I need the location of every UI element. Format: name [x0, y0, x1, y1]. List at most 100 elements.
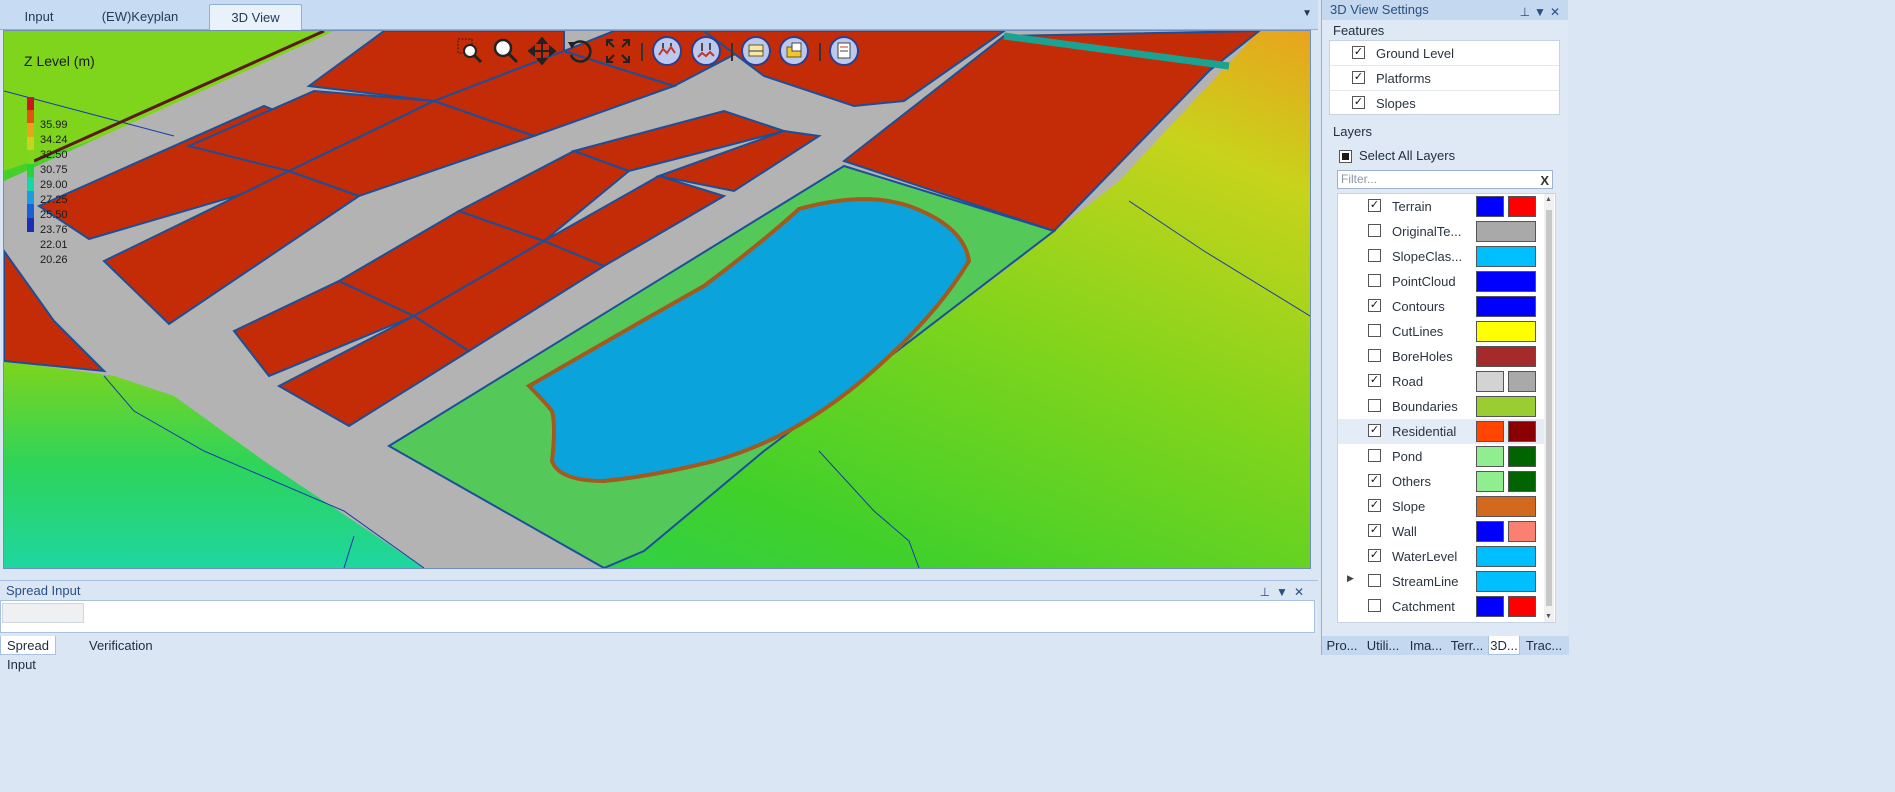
checkbox-checked[interactable]: ✓: [1368, 424, 1381, 437]
layer-row-terrain[interactable]: ✓ Terrain: [1338, 194, 1546, 219]
checkbox-indeterminate[interactable]: [1339, 150, 1352, 163]
edge-color-swatch[interactable]: [1508, 421, 1536, 442]
fill-color-swatch[interactable]: [1476, 196, 1504, 217]
checkbox-checked[interactable]: ✓: [1368, 199, 1381, 212]
checkbox-checked[interactable]: ✓: [1368, 499, 1381, 512]
checkbox-checked[interactable]: ✓: [1368, 524, 1381, 537]
fill-color-swatch[interactable]: [1476, 446, 1504, 467]
profile-icon[interactable]: [778, 35, 810, 67]
layer-row-originalterrain[interactable]: OriginalTe...: [1338, 219, 1546, 244]
tab-3d-settings[interactable]: 3D...: [1488, 636, 1520, 655]
tab-verification[interactable]: Verification: [83, 636, 159, 655]
zoom-icon[interactable]: [490, 35, 522, 67]
rotate-icon[interactable]: [564, 35, 596, 67]
layer-list-scrollbar[interactable]: ▲ ▼: [1544, 194, 1554, 622]
tab-list-dropdown-icon[interactable]: ▼: [1302, 8, 1312, 19]
fill-color-swatch[interactable]: [1476, 421, 1504, 442]
feature-row-ground-level[interactable]: ✓ Ground Level: [1330, 41, 1559, 66]
tab-properties[interactable]: Pro...: [1324, 636, 1360, 655]
checkbox-unchecked[interactable]: [1368, 249, 1381, 262]
fill-color-swatch[interactable]: [1476, 371, 1504, 392]
layer-row-cutlines[interactable]: CutLines: [1338, 319, 1546, 344]
layer-row-pond[interactable]: Pond: [1338, 444, 1546, 469]
fill-color-swatch[interactable]: [1476, 221, 1536, 242]
checkbox-unchecked[interactable]: [1368, 224, 1381, 237]
checkbox-unchecked[interactable]: [1368, 449, 1381, 462]
tab-3d-view[interactable]: 3D View: [209, 4, 302, 30]
tab-keyplan[interactable]: (EW)Keyplan: [92, 4, 188, 30]
tab-spread-input[interactable]: Spread Input: [0, 636, 56, 672]
fill-color-swatch[interactable]: [1476, 346, 1536, 367]
fill-color-swatch[interactable]: [1476, 321, 1536, 342]
edge-color-swatch[interactable]: [1508, 196, 1536, 217]
checkbox-unchecked[interactable]: [1368, 324, 1381, 337]
tab-tracking[interactable]: Trac...: [1522, 636, 1566, 655]
edge-color-swatch[interactable]: [1508, 446, 1536, 467]
fill-color-swatch[interactable]: [1476, 596, 1504, 617]
layer-row-boundaries[interactable]: Boundaries: [1338, 394, 1546, 419]
chevron-down-icon[interactable]: ▼: [1276, 585, 1294, 599]
layer-row-streamline[interactable]: ▶ StreamLine: [1338, 569, 1546, 594]
layer-row-boreholes[interactable]: BoreHoles: [1338, 344, 1546, 369]
layer-row-road[interactable]: ✓ Road: [1338, 369, 1546, 394]
fill-color-swatch[interactable]: [1476, 396, 1536, 417]
close-icon[interactable]: ✕: [1294, 585, 1310, 599]
layer-row-slope[interactable]: ✓ Slope: [1338, 494, 1546, 519]
chevron-down-icon[interactable]: ▼: [1534, 5, 1550, 19]
tab-input[interactable]: Input: [14, 4, 64, 30]
scroll-down-icon[interactable]: ▼: [1545, 613, 1552, 620]
scrollbar-thumb[interactable]: [1546, 210, 1552, 606]
layer-row-wall[interactable]: ✓ Wall: [1338, 519, 1546, 544]
feature-row-slopes[interactable]: ✓ Slopes: [1330, 91, 1559, 116]
edge-color-swatch[interactable]: [1508, 471, 1536, 492]
checkbox-unchecked[interactable]: [1368, 274, 1381, 287]
checkbox-unchecked[interactable]: [1368, 349, 1381, 362]
3d-scene[interactable]: [4, 31, 1310, 568]
fill-color-swatch[interactable]: [1476, 496, 1536, 517]
checkbox-unchecked[interactable]: [1368, 574, 1381, 587]
expand-arrow-icon[interactable]: ▶: [1347, 573, 1354, 584]
layer-row-catchment[interactable]: Catchment: [1338, 594, 1546, 619]
fill-color-swatch[interactable]: [1476, 546, 1536, 567]
checkbox-checked[interactable]: ✓: [1368, 549, 1381, 562]
checkbox-unchecked[interactable]: [1368, 399, 1381, 412]
feature-row-platforms[interactable]: ✓ Platforms: [1330, 66, 1559, 91]
layer-row-others[interactable]: ✓ Others: [1338, 469, 1546, 494]
exaggerate-down-icon[interactable]: [690, 35, 722, 67]
checkbox-checked[interactable]: ✓: [1352, 46, 1365, 59]
fill-color-swatch[interactable]: [1476, 471, 1504, 492]
grid-cell[interactable]: [2, 603, 84, 623]
spread-grid[interactable]: [0, 600, 1315, 633]
fill-color-swatch[interactable]: [1476, 571, 1536, 592]
fill-color-swatch[interactable]: [1476, 271, 1536, 292]
pin-icon[interactable]: ⊥: [1260, 585, 1276, 599]
zoom-extents-icon[interactable]: [602, 35, 634, 67]
layer-filter-input[interactable]: Filter... X: [1337, 170, 1553, 189]
layer-row-waterlevel[interactable]: ✓ WaterLevel: [1338, 544, 1546, 569]
checkbox-checked[interactable]: ✓: [1352, 71, 1365, 84]
checkbox-unchecked[interactable]: [1368, 599, 1381, 612]
checkbox-checked[interactable]: ✓: [1368, 299, 1381, 312]
export-icon[interactable]: [828, 35, 860, 67]
exaggerate-up-icon[interactable]: [651, 35, 683, 67]
3d-viewport[interactable]: Z Level (m) 35.99 34.24 32.50 30.75 29.0…: [3, 30, 1311, 569]
section-icon[interactable]: [740, 35, 772, 67]
pan-icon[interactable]: [526, 35, 558, 67]
layer-row-slopeclass[interactable]: SlopeClas...: [1338, 244, 1546, 269]
edge-color-swatch[interactable]: [1508, 371, 1536, 392]
close-icon[interactable]: ✕: [1550, 5, 1564, 19]
checkbox-checked[interactable]: ✓: [1368, 474, 1381, 487]
fill-color-swatch[interactable]: [1476, 246, 1536, 267]
tab-utilities[interactable]: Utili...: [1362, 636, 1404, 655]
checkbox-checked[interactable]: ✓: [1368, 374, 1381, 387]
fill-color-swatch[interactable]: [1476, 521, 1504, 542]
layer-row-residential[interactable]: ✓ Residential: [1338, 419, 1546, 444]
edge-color-swatch[interactable]: [1508, 521, 1536, 542]
clear-filter-button[interactable]: X: [1540, 172, 1549, 189]
tab-images[interactable]: Ima...: [1406, 636, 1446, 655]
edge-color-swatch[interactable]: [1508, 596, 1536, 617]
checkbox-checked[interactable]: ✓: [1352, 96, 1365, 109]
pin-icon[interactable]: ⊥: [1520, 5, 1534, 19]
layer-row-pointcloud[interactable]: PointCloud: [1338, 269, 1546, 294]
tab-terrain[interactable]: Terr...: [1448, 636, 1486, 655]
